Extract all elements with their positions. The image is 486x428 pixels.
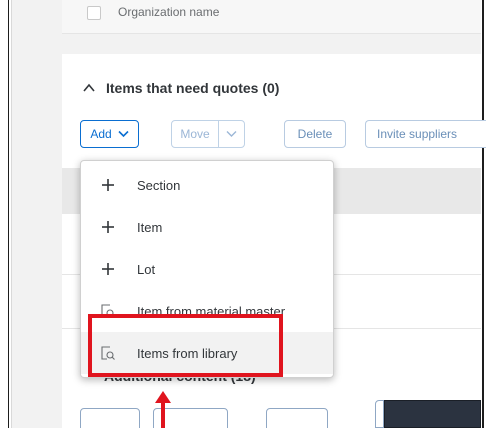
invite-suppliers-label: Invite suppliers xyxy=(377,127,458,141)
plus-icon xyxy=(99,218,117,236)
window-left-edge xyxy=(8,0,9,428)
organization-name-label: Organization name xyxy=(118,5,220,19)
add-button-label: Add xyxy=(90,127,112,141)
annotation-arrow-shaft xyxy=(161,402,165,428)
window-right-edge xyxy=(482,0,484,428)
plus-icon xyxy=(99,260,117,278)
delete-button[interactable]: Delete xyxy=(284,120,346,148)
menu-item-item[interactable]: Item xyxy=(81,206,333,248)
add-button[interactable]: Add xyxy=(80,120,139,148)
move-button[interactable]: Move xyxy=(171,120,219,148)
organization-checkbox[interactable] xyxy=(87,6,101,20)
delete-button-label: Delete xyxy=(297,127,333,141)
highlight-annotation-box xyxy=(88,314,283,377)
menu-item-section[interactable]: Section xyxy=(81,164,333,206)
menu-item-label: Lot xyxy=(137,261,156,277)
move-dropdown-button[interactable] xyxy=(218,120,245,148)
section-header[interactable]: Items that need quotes (0) xyxy=(82,78,279,98)
menu-item-lot[interactable]: Lot xyxy=(81,248,333,290)
dark-overlay-panel xyxy=(384,400,481,428)
section-toolbar-button[interactable] xyxy=(80,408,140,428)
window-left-border xyxy=(0,0,12,428)
chevron-down-icon xyxy=(226,127,237,141)
items-toolbar: Add Move Delete Invite suppliers xyxy=(80,120,486,148)
section-toolbar-button[interactable] xyxy=(266,408,328,428)
invite-suppliers-button[interactable]: Invite suppliers xyxy=(365,120,486,148)
organization-row: Organization name xyxy=(62,0,481,34)
toolbar-button-edge[interactable] xyxy=(375,400,384,428)
chevron-up-icon[interactable] xyxy=(82,81,96,95)
menu-item-label: Item xyxy=(137,219,163,235)
move-button-label: Move xyxy=(180,127,210,141)
section-title: Items that need quotes (0) xyxy=(106,80,280,96)
plus-icon xyxy=(99,176,117,194)
chevron-down-icon xyxy=(118,127,129,141)
menu-item-label: Section xyxy=(137,177,181,193)
